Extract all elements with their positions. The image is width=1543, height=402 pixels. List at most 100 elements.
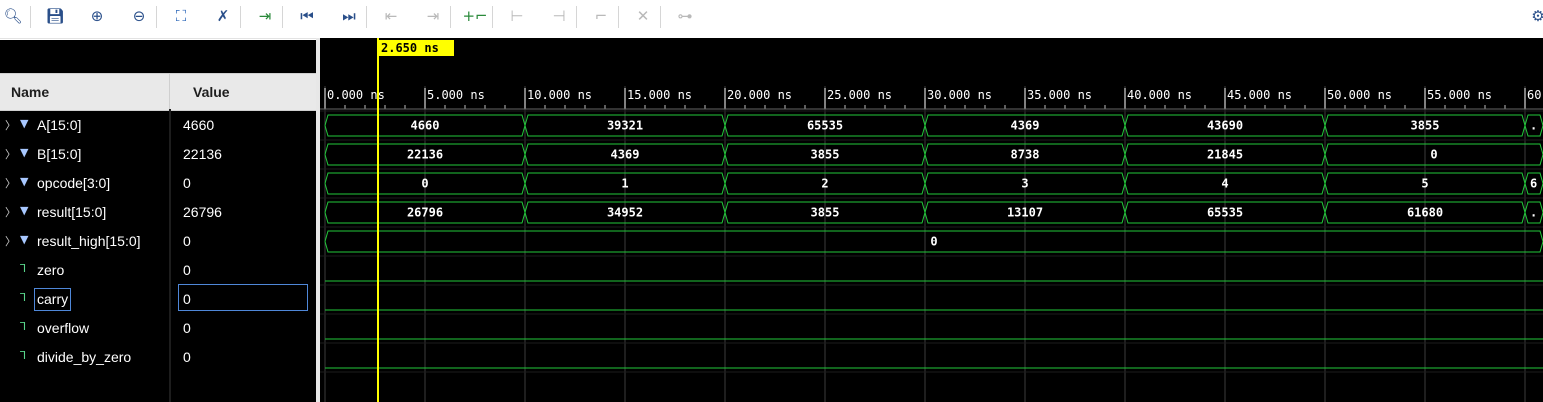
ruler-tick-label: 15.000 ns bbox=[627, 88, 692, 102]
zoom-fit-icon[interactable]: ⛶ bbox=[169, 4, 193, 28]
bus-value-label: 1 bbox=[621, 177, 628, 191]
bus-value-label: 39321 bbox=[607, 119, 643, 133]
expand-chevron-icon[interactable]: 〉 bbox=[5, 233, 16, 249]
bus-signal-icon: ▼ bbox=[20, 175, 29, 188]
settings-gear-icon[interactable]: ⚙ bbox=[1526, 4, 1543, 28]
toolbar-separator bbox=[576, 6, 577, 28]
bus-value-label: 21845 bbox=[1207, 148, 1243, 162]
toolbar-separator bbox=[156, 6, 157, 28]
search-icon[interactable]: 🔍︎ bbox=[1, 4, 25, 28]
bus-value-label: 61680 bbox=[1407, 206, 1443, 220]
bus-value-label: 3 bbox=[1021, 177, 1028, 191]
bus-value-label: . bbox=[1530, 206, 1537, 220]
delete-marker-icon[interactable]: ✕ bbox=[631, 4, 655, 28]
signal-row[interactable]: ⅂ zero 0 bbox=[0, 256, 316, 285]
signal-row[interactable]: 〉 ▼ A[15:0] 4660 bbox=[0, 111, 316, 140]
toolbar-separator bbox=[240, 6, 241, 28]
ruler-tick-label: 35.000 ns bbox=[1027, 88, 1092, 102]
toolbar-separator bbox=[660, 6, 661, 28]
bit-signal-icon: ⅂ bbox=[20, 262, 27, 275]
signal-name[interactable]: opcode[3:0] bbox=[37, 175, 110, 191]
bus-value-label: 4369 bbox=[1011, 119, 1040, 133]
bus-value-label: 34952 bbox=[607, 206, 643, 220]
zoom-out-icon[interactable]: ⊖ bbox=[127, 4, 151, 28]
next-transition-icon[interactable]: ⇥ bbox=[421, 4, 445, 28]
signal-value: 0 bbox=[183, 349, 191, 365]
bus-signal-icon: ▼ bbox=[20, 117, 29, 130]
bus-value-label: 3855 bbox=[1411, 119, 1440, 133]
column-headers: Name Value bbox=[0, 73, 316, 111]
bus-value-label: 3855 bbox=[811, 148, 840, 162]
bus-value-label: 2 bbox=[821, 177, 828, 191]
bus-value-label: 65535 bbox=[807, 119, 843, 133]
ruler-tick-label: 25.000 ns bbox=[827, 88, 892, 102]
signal-name[interactable]: carry bbox=[33, 288, 72, 311]
bus-value-label: 3855 bbox=[811, 206, 840, 220]
column-divider[interactable] bbox=[169, 74, 170, 110]
bus-signal-icon: ▼ bbox=[20, 204, 29, 217]
value-edit-box[interactable] bbox=[178, 284, 308, 311]
signal-name[interactable]: B[15:0] bbox=[37, 146, 81, 162]
signal-name[interactable]: zero bbox=[37, 262, 64, 278]
go-to-cursor-icon[interactable]: ⇥ bbox=[253, 4, 277, 28]
swap-cursors-icon[interactable]: ⌐ bbox=[589, 4, 613, 28]
bus-value-label: 65535 bbox=[1207, 206, 1243, 220]
expand-chevron-icon[interactable]: 〉 bbox=[5, 146, 16, 162]
cursor-time-label: 2.650 ns bbox=[381, 41, 439, 55]
signal-name[interactable]: A[15:0] bbox=[37, 117, 81, 133]
bus-value-label: 13107 bbox=[1007, 206, 1043, 220]
waveform-canvas[interactable]: 0.000 ns 5.000 ns 10.000 ns 15.000 ns 20.000… bbox=[320, 38, 1543, 402]
save-icon[interactable]: 💾︎ bbox=[43, 4, 67, 28]
bus-value-label: 0 bbox=[1430, 148, 1437, 162]
bus-value-label: 8738 bbox=[1011, 148, 1040, 162]
toolbar-separator bbox=[30, 6, 31, 28]
signal-row[interactable]: 〉 ▼ result_high[15:0] 0 bbox=[0, 227, 316, 256]
bus-value-label: 26796 bbox=[407, 206, 443, 220]
bit-signal-icon: ⅂ bbox=[20, 291, 27, 304]
signal-row[interactable]: ⅂ overflow 0 bbox=[0, 314, 316, 343]
expand-chevron-icon[interactable]: 〉 bbox=[5, 117, 16, 133]
signal-name[interactable]: result[15:0] bbox=[37, 204, 106, 220]
signal-value: 4660 bbox=[183, 117, 215, 133]
bit-signal-icon: ⅂ bbox=[20, 349, 27, 362]
signal-row[interactable]: 〉 ▼ B[15:0] 22136 bbox=[0, 140, 316, 169]
toolbar-separator bbox=[282, 6, 283, 28]
signal-value: 0 bbox=[183, 233, 191, 249]
signal-row[interactable]: ⅂ divide_by_zero 0 bbox=[0, 343, 316, 372]
signal-value: 0 bbox=[183, 175, 191, 191]
signal-row[interactable]: 〉 ▼ opcode[3:0] 0 bbox=[0, 169, 316, 198]
bus-value-label: 6 bbox=[1530, 177, 1537, 191]
bus-value-label: 43690 bbox=[1207, 119, 1243, 133]
expand-chevron-icon[interactable]: 〉 bbox=[5, 175, 16, 191]
signal-name[interactable]: result_high[15:0] bbox=[37, 233, 141, 249]
go-to-time-zero-icon[interactable]: ⏮︎ bbox=[295, 4, 319, 28]
toolbar-separator bbox=[366, 6, 367, 28]
previous-marker-icon[interactable]: ⊢ bbox=[505, 4, 529, 28]
go-to-last-time-icon[interactable]: ⏭︎ bbox=[337, 4, 361, 28]
zoom-in-icon[interactable]: ⊕ bbox=[85, 4, 109, 28]
signal-row[interactable]: 〉 ▼ result[15:0] 26796 bbox=[0, 198, 316, 227]
bus-value-label: 5 bbox=[1421, 177, 1428, 191]
bus-value-label: 4 bbox=[1221, 177, 1228, 191]
next-marker-icon[interactable]: ⊣ bbox=[547, 4, 571, 28]
name-column-header[interactable]: Name bbox=[11, 84, 49, 100]
add-marker-icon[interactable]: +⌐ bbox=[462, 4, 487, 28]
value-column-header[interactable]: Value bbox=[193, 84, 230, 100]
signal-name[interactable]: divide_by_zero bbox=[37, 349, 131, 365]
ruler-tick-label: 55.000 ns bbox=[1427, 88, 1492, 102]
previous-transition-icon[interactable]: ⇤ bbox=[379, 4, 403, 28]
signal-value: 0 bbox=[183, 320, 191, 336]
fix-cursor-icon[interactable]: ⊶ bbox=[673, 4, 697, 28]
bus-value-label: 0 bbox=[421, 177, 428, 191]
expand-chevron-icon[interactable]: 〉 bbox=[5, 204, 16, 220]
signal-name[interactable]: overflow bbox=[37, 320, 89, 336]
signal-value: 26796 bbox=[183, 204, 222, 220]
bus-value-label: . bbox=[1530, 119, 1537, 133]
snap-to-transition-icon[interactable]: ✗ bbox=[211, 4, 235, 28]
ruler-tick-label: 45.000 ns bbox=[1227, 88, 1292, 102]
bus-value-label: 4660 bbox=[411, 119, 440, 133]
ruler-tick-label: 60 bbox=[1527, 88, 1541, 102]
toolbar: 🔍︎ 💾︎ ⊕ ⊖ ⛶ ✗ ⇥ ⏮︎ ⏭︎ ⇤ ⇥ +⌐ ⊢ ⊣ ⌐ ✕ ⊶ ⚙ bbox=[0, 0, 1543, 39]
bit-signal-icon: ⅂ bbox=[20, 320, 27, 333]
ruler-tick-label: 10.000 ns bbox=[527, 88, 592, 102]
